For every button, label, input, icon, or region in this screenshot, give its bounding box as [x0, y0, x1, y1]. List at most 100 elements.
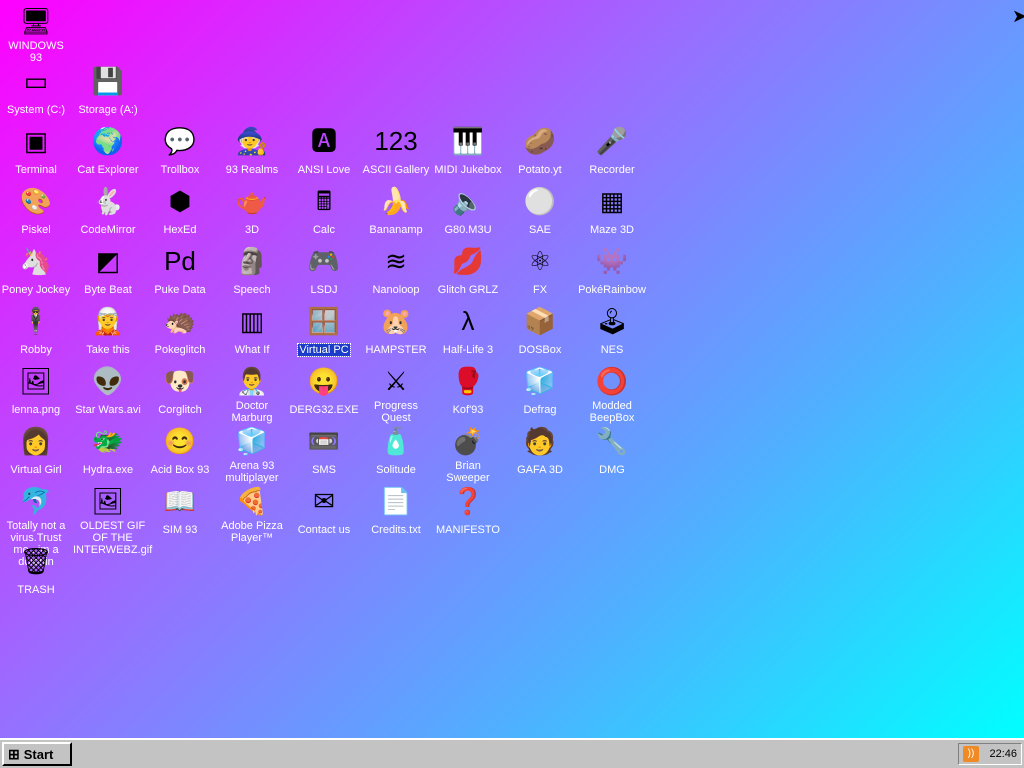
desktop-icon-lenna-png[interactable]: 🖼 lenna.png	[0, 364, 72, 418]
totally-not-a-virus-icon: 🐬	[19, 486, 53, 516]
pokeglitch-icon: 🦔	[163, 306, 197, 336]
desktop-icon-puke-data[interactable]: Pd Puke Data	[144, 244, 216, 298]
nanoloop-icon: ≋	[385, 246, 407, 276]
desktop-icon-cat-explorer[interactable]: 🌍 Cat Explorer	[72, 124, 144, 178]
desktop-icon-maze-3d[interactable]: ▦ Maze 3D	[576, 184, 648, 238]
progress-quest-icon: ⚔	[384, 366, 408, 396]
desktop-icon-adobe-pizza[interactable]: 🍕 Adobe Pizza Player™	[216, 484, 288, 546]
desktop-icon-label: 93 Realms	[225, 164, 279, 176]
desktop-icon-arena-93[interactable]: 🧊 Arena 93 multiplayer	[216, 424, 288, 486]
desktop-icon-solitude[interactable]: 🧴 Solitude	[360, 424, 432, 478]
desktop-icon-recorder[interactable]: 🎤 Recorder	[576, 124, 648, 178]
desktop-icon-speech[interactable]: 🗿 Speech	[216, 244, 288, 298]
desktop-icon-label: Virtual PC	[297, 343, 351, 357]
gafa-3d-icon: 🧑	[523, 426, 557, 456]
desktop-icon-dosbox[interactable]: 📦 DOSBox	[504, 304, 576, 358]
desktop-icon-label: HAMPSTER	[365, 344, 427, 356]
desktop-icon-fx[interactable]: ⚛ FX	[504, 244, 576, 298]
virtual-pc-icon: 🪟	[307, 306, 341, 336]
desktop-icon-windows-93[interactable]: 🖥 WINDOWS 93	[0, 4, 72, 66]
desktop-icon-piskel[interactable]: 🎨 Piskel	[0, 184, 72, 238]
desktop-icon-doctor-marburg[interactable]: 👨‍⚕️ Doctor Marburg	[216, 364, 288, 426]
desktop-icon-label: Kof'93	[452, 404, 484, 416]
desktop-icon-codemirror[interactable]: 🐇 CodeMirror	[72, 184, 144, 238]
desktop-icon-storage-a[interactable]: 💾 Storage (A:)	[72, 64, 144, 118]
desktop-icon-label: Trollbox	[160, 164, 200, 176]
desktop-icon-hydra-exe[interactable]: 🐲 Hydra.exe	[72, 424, 144, 478]
desktop-icon-potato-yt[interactable]: 🥔 Potato.yt	[504, 124, 576, 178]
desktop-icon-ascii-gallery[interactable]: 123 ASCII Gallery	[360, 124, 432, 178]
desktop-icon-label: Terminal	[15, 164, 57, 176]
desktop-icon-sim-93[interactable]: 📖 SIM 93	[144, 484, 216, 538]
ansi-love-icon: 🅰	[310, 126, 337, 156]
desktop-icon-star-wars[interactable]: 👽 Star Wars.avi	[72, 364, 144, 418]
corglitch-icon: 🐶	[163, 366, 197, 396]
desktop-icon-bananamp[interactable]: 🍌 Bananamp	[360, 184, 432, 238]
desktop-icon-what-if[interactable]: ▥ What If	[216, 304, 288, 358]
desktop-icon-label: Robby	[20, 344, 52, 356]
fx-icon: ⚛	[528, 246, 552, 276]
desktop-icon-label: 3D	[244, 224, 260, 236]
manifesto-icon: ❓	[451, 486, 485, 516]
desktop-icon-progress-quest[interactable]: ⚔ Progress Quest	[360, 364, 432, 426]
desktop-icon-half-life-3[interactable]: λ Half-Life 3	[432, 304, 504, 358]
contact-us-icon: ✉	[313, 486, 335, 516]
desktop-icon-manifesto[interactable]: ❓ MANIFESTO	[432, 484, 504, 538]
desktop-icon-oldest-gif[interactable]: 🖼 OLDEST GIF OF THE INTERWEBZ.gif	[72, 484, 152, 558]
desktop-icon-trash[interactable]: 🗑 TRASH	[0, 544, 72, 598]
desktop-icon-robby[interactable]: 🕴 Robby	[0, 304, 72, 358]
desktop-icon-label: Puke Data	[154, 284, 206, 296]
desktop-icon-label: Bananamp	[369, 224, 423, 236]
desktop-icon-dmg[interactable]: 🔧 DMG	[576, 424, 648, 478]
desktop-icon-ansi-love[interactable]: 🅰 ANSI Love	[288, 124, 360, 178]
maze-3d-icon: ▦	[599, 186, 625, 216]
desktop-icon-poney-jockey[interactable]: 🦄 Poney Jockey	[0, 244, 72, 298]
desktop-icon-hexed[interactable]: ⬢ HexEd	[144, 184, 216, 238]
desktop-icon-pokeglitch[interactable]: 🦔 Pokeglitch	[144, 304, 216, 358]
desktop-icon-acid-box-93[interactable]: 😊 Acid Box 93	[144, 424, 216, 478]
desktop-icon-kof93[interactable]: 🥊 Kof'93	[432, 364, 504, 418]
desktop[interactable]: 🖥 WINDOWS 93 ▭ System (C:) 💾 Storage (A:) ▣ Ter…	[0, 0, 1024, 738]
desktop-icon-label: MANIFESTO	[436, 524, 500, 536]
desktop-icon-brian-sweeper[interactable]: 💣 Brian Sweeper	[432, 424, 504, 486]
desktop-icon-take-this[interactable]: 🧝 Take this	[72, 304, 144, 358]
desktop-icon-hampster[interactable]: 🐹 HAMPSTER	[360, 304, 432, 358]
desktop-icon-label: Credits.txt	[371, 524, 421, 536]
desktop-icon-calc[interactable]: 🖩 Calc	[288, 184, 360, 238]
desktop-icon-byte-beat[interactable]: ◩ Byte Beat	[72, 244, 144, 298]
desktop-icon-sae[interactable]: ⚪ SAE	[504, 184, 576, 238]
rss-icon[interactable]: ))	[963, 746, 979, 762]
desktop-icon-trollbox[interactable]: 💬 Trollbox	[144, 124, 216, 178]
desktop-icon-defrag[interactable]: 🧊 Defrag	[504, 364, 576, 418]
midi-jukebox-icon: 🎹	[451, 126, 485, 156]
start-button[interactable]: ⊞ Start	[2, 742, 72, 766]
acid-box-93-icon: 😊	[163, 426, 197, 456]
potato-yt-icon: 🥔	[523, 126, 557, 156]
desktop-icon-virtual-pc[interactable]: 🪟 Virtual PC	[288, 304, 360, 358]
desktop-icon-system-c[interactable]: ▭ System (C:)	[0, 64, 72, 118]
desktop-icon-93-realms[interactable]: 🧙 93 Realms	[216, 124, 288, 178]
desktop-icon-corglitch[interactable]: 🐶 Corglitch	[144, 364, 216, 418]
desktop-icon-contact-us[interactable]: ✉ Contact us	[288, 484, 360, 538]
desktop-icon-label: Cat Explorer	[77, 164, 139, 176]
desktop-icon-virtual-girl[interactable]: 👩 Virtual Girl	[0, 424, 72, 478]
desktop-icon-label: LSDJ	[310, 284, 338, 296]
desktop-icon-credits-txt[interactable]: 📄 Credits.txt	[360, 484, 432, 538]
desktop-icon-terminal[interactable]: ▣ Terminal	[0, 124, 72, 178]
defrag-icon: 🧊	[523, 366, 557, 396]
desktop-icon-nes[interactable]: 🕹 NES	[576, 304, 648, 358]
desktop-icon-gafa-3d[interactable]: 🧑 GAFA 3D	[504, 424, 576, 478]
desktop-icon-label: DOSBox	[518, 344, 562, 356]
desktop-icon-3d[interactable]: 🫖 3D	[216, 184, 288, 238]
desktop-icon-label: ANSI Love	[297, 164, 351, 176]
dosbox-icon: 📦	[523, 306, 557, 336]
desktop-icon-modded-beepbox[interactable]: ⭕ Modded BeepBox	[576, 364, 648, 426]
desktop-icon-derg32[interactable]: 😛 DERG32.EXE	[288, 364, 360, 418]
desktop-icon-midi-jukebox[interactable]: 🎹 MIDI Jukebox	[432, 124, 504, 178]
desktop-icon-lsdj[interactable]: 🎮 LSDJ	[288, 244, 360, 298]
desktop-icon-glitch-grlz[interactable]: 💋 Glitch GRLZ	[432, 244, 504, 298]
desktop-icon-sms[interactable]: 📼 SMS	[288, 424, 360, 478]
desktop-icon-g80-m3u[interactable]: 🔈 G80.M3U	[432, 184, 504, 238]
desktop-icon-nanoloop[interactable]: ≋ Nanoloop	[360, 244, 432, 298]
desktop-icon-pokerainbow[interactable]: 👾 PokéRainbow	[576, 244, 648, 298]
